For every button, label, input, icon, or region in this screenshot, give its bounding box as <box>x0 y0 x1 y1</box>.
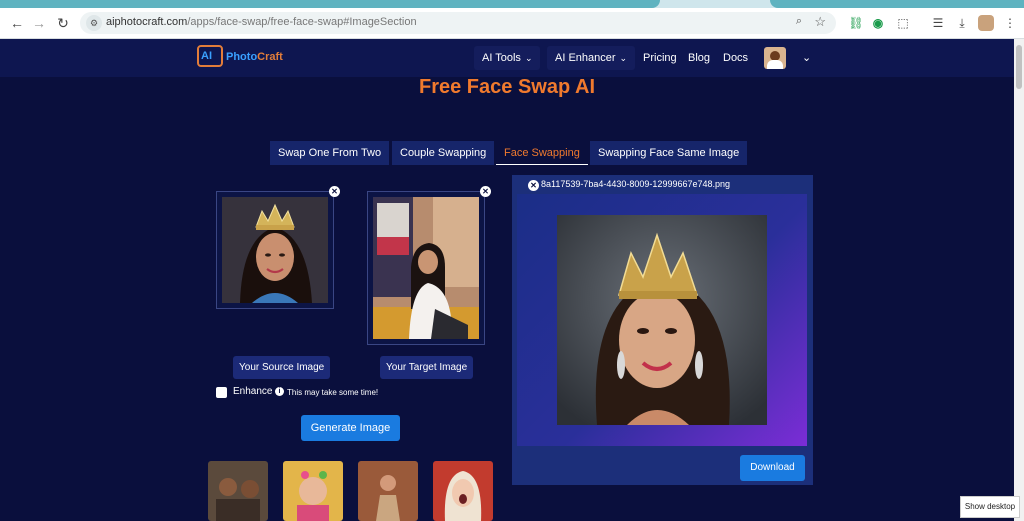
sample-image-thumbnail[interactable] <box>358 461 418 521</box>
nav-ai-enhancer-label: AI Enhancer <box>555 52 616 64</box>
browser-tab[interactable] <box>770 0 1024 8</box>
tab-face-swapping[interactable]: Face Swapping <box>496 141 588 165</box>
site-header: AI PhotoCraft AI Tools ⌄ AI Enhancer ⌄ Pri… <box>0 39 1014 77</box>
nav-pricing[interactable]: Pricing <box>635 46 685 70</box>
result-filename: 8a117539-7ba4-4430-8009-12999667e748.png <box>541 179 731 189</box>
nav-blog[interactable]: Blog <box>680 46 718 70</box>
url-path: /apps/face-swap/free-face-swap#ImageSect… <box>187 16 417 28</box>
download-icon[interactable]: ⤓ <box>954 15 970 31</box>
extensions-puzzle-icon[interactable]: ⬚ <box>895 15 911 31</box>
extension-icon[interactable]: ⛓ <box>848 15 864 31</box>
nav-ai-tools-label: AI Tools <box>482 52 521 64</box>
logo-mark-text: AI <box>201 50 212 62</box>
profile-avatar-icon[interactable] <box>978 15 994 31</box>
chevron-down-icon[interactable]: ⌄ <box>802 51 811 64</box>
forward-icon[interactable]: → <box>30 14 48 32</box>
sample-image-thumbnail[interactable] <box>433 461 493 521</box>
site-info-icon[interactable]: ⚙ <box>86 15 102 31</box>
remove-target-close-icon[interactable]: ✕ <box>480 186 491 197</box>
generate-image-button[interactable]: Generate Image <box>301 415 400 441</box>
info-icon: i <box>275 387 284 396</box>
bookmark-star-icon[interactable]: ☆ <box>814 14 826 30</box>
target-image-frame[interactable]: ✕ <box>367 186 491 345</box>
enhance-note: This may take some time! <box>287 388 379 397</box>
scrollbar-thumb[interactable] <box>1016 45 1022 89</box>
source-image <box>222 197 328 303</box>
url-text: aiphotocraft.com/apps/face-swap/free-fac… <box>106 16 417 28</box>
source-image-frame[interactable]: ✕ <box>216 186 340 309</box>
reading-list-icon[interactable]: ☰ <box>930 15 946 31</box>
enhance-label: Enhance <box>233 386 273 397</box>
page-scrollbar[interactable] <box>1014 39 1024 521</box>
download-button[interactable]: Download <box>740 455 805 481</box>
avatar-body <box>767 60 783 69</box>
grammarly-icon[interactable]: ◉ <box>870 15 886 31</box>
nav-ai-tools[interactable]: AI Tools ⌄ <box>474 46 541 70</box>
address-bar[interactable]: ⚙ aiphotocraft.com/apps/face-swap/free-f… <box>80 12 836 34</box>
enhance-checkbox[interactable] <box>216 387 227 398</box>
logo-word-a: Photo <box>226 51 258 63</box>
tab-swap-one-from-two[interactable]: Swap One From Two <box>270 141 390 165</box>
remove-source-close-icon[interactable]: ✕ <box>329 186 340 197</box>
tab-couple-swapping[interactable]: Couple Swapping <box>392 141 495 165</box>
browser-tab[interactable] <box>0 0 660 8</box>
browser-toolbar: ← → ↻ ⚙ aiphotocraft.com/apps/face-swap/… <box>0 8 1024 39</box>
sample-image-thumbnail[interactable] <box>208 461 268 521</box>
nav-ai-enhancer[interactable]: AI Enhancer ⌄ <box>547 46 636 70</box>
remove-result-close-icon[interactable]: ✕ <box>528 180 539 191</box>
logo-wordmark: PhotoCraft <box>226 51 283 63</box>
chevron-down-icon: ⌄ <box>619 53 628 63</box>
menu-kebab-icon[interactable]: ⋮ <box>1002 15 1018 31</box>
reload-icon[interactable]: ↻ <box>54 14 72 32</box>
url-host: aiphotocraft.com <box>106 16 188 28</box>
zoom-icon[interactable]: ⌕ <box>796 15 802 28</box>
chevron-down-icon: ⌄ <box>524 53 533 63</box>
logo-mark: AI <box>197 45 223 67</box>
user-avatar[interactable] <box>764 47 786 69</box>
tab-swapping-face-same-image[interactable]: Swapping Face Same Image <box>590 141 748 165</box>
result-image[interactable] <box>557 215 767 425</box>
show-desktop-tooltip: Show desktop <box>960 496 1020 518</box>
nav-docs[interactable]: Docs <box>715 46 756 70</box>
source-image-label[interactable]: Your Source Image <box>233 356 331 379</box>
target-image <box>373 197 479 339</box>
page-title: Free Face Swap AI <box>419 76 595 98</box>
browser-tabstrip <box>0 0 1024 8</box>
back-icon[interactable]: ← <box>8 14 26 32</box>
target-image-label[interactable]: Your Target Image <box>380 356 474 379</box>
sample-image-thumbnail[interactable] <box>283 461 343 521</box>
logo-word-b: Craft <box>257 51 283 63</box>
